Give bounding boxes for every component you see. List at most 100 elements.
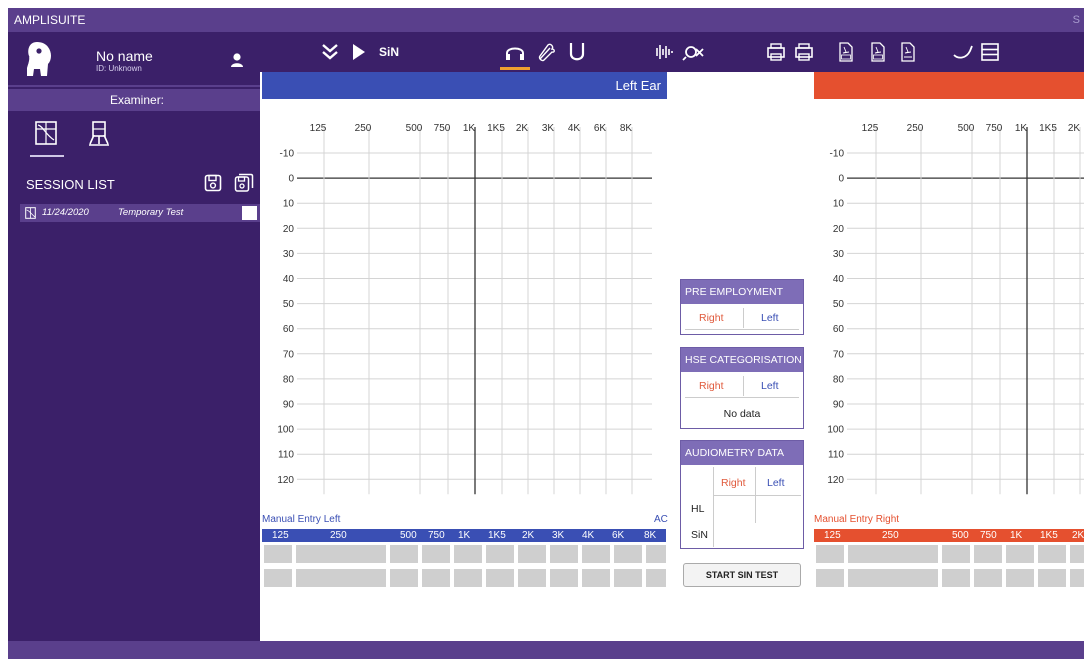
masking-icon[interactable] [566, 38, 588, 66]
manual-entry-cell[interactable] [550, 569, 578, 587]
manual-entry-cell[interactable] [942, 545, 970, 563]
print-icon[interactable] [764, 38, 788, 66]
manual-entry-cell[interactable] [390, 569, 418, 587]
save-icon[interactable] [204, 174, 222, 192]
band-freq-label: 125 [824, 530, 841, 541]
manual-entry-left-band: 125 250 500 750 1K 1K5 2K 3K 4K 6K 8K [262, 529, 666, 542]
hse-right[interactable]: Right [699, 380, 724, 392]
sin-button[interactable]: SiN [374, 38, 404, 66]
manual-entry-cell[interactable] [264, 545, 292, 563]
right-ear-header [814, 72, 1084, 99]
manual-entry-cell[interactable] [296, 545, 386, 563]
pdf-icon[interactable] [836, 38, 856, 66]
play-icon[interactable] [350, 38, 368, 66]
hse-title: HSE CATEGORISATION [681, 348, 803, 372]
headphones-icon[interactable] [500, 38, 530, 66]
manual-entry-cell[interactable] [816, 545, 844, 563]
session-date: 11/24/2020 [42, 207, 89, 218]
manual-entry-cell[interactable] [390, 545, 418, 563]
manual-entry-cell[interactable] [848, 569, 938, 587]
manual-entry-cell[interactable] [1070, 545, 1084, 563]
bone-conduction-icon[interactable] [534, 38, 558, 66]
hse-row: Right Left [685, 374, 799, 398]
session-name: Temporary Test [118, 207, 184, 218]
pre-employment-left[interactable]: Left [761, 312, 779, 324]
pdf-export-icon[interactable] [868, 38, 888, 66]
hse-left[interactable]: Left [761, 380, 779, 392]
db-tick-label: 40 [283, 274, 295, 285]
manual-entry-cell[interactable] [264, 569, 292, 587]
db-tick-label: 60 [833, 324, 845, 335]
manual-entry-cell[interactable] [454, 569, 482, 587]
no-response-icon[interactable] [680, 38, 706, 66]
pre-employment-title: PRE EMPLOYMENT [681, 280, 803, 304]
freq-tick-label: 500 [958, 123, 975, 134]
audiogram-mode-icon[interactable] [34, 120, 58, 146]
tympanogram-curve-icon[interactable] [950, 38, 976, 66]
manual-entry-cell[interactable] [1038, 569, 1066, 587]
right-audiogram[interactable]: -10 0 10 20 30 40 50 60 70 80 90 100 110 120 125 250 500… [814, 115, 1084, 500]
save-all-icon[interactable] [234, 173, 254, 193]
manual-entry-cell[interactable] [614, 545, 642, 563]
tympanometry-mode-icon[interactable] [86, 120, 112, 148]
manual-entry-cell[interactable] [486, 545, 514, 563]
manual-entry-cell[interactable] [816, 569, 844, 587]
freq-tick-label: 125 [862, 123, 879, 134]
freq-tick-label: 2K [516, 123, 529, 134]
manual-entry-cell[interactable] [518, 569, 546, 587]
manual-entry-cell[interactable] [422, 569, 450, 587]
band-freq-label: 8K [644, 530, 657, 541]
manual-entry-cell[interactable] [942, 569, 970, 587]
manual-entry-cell[interactable] [454, 545, 482, 563]
waveform-icon[interactable] [650, 38, 676, 66]
band-freq-label: 750 [428, 530, 445, 541]
manual-entry-cell[interactable] [974, 569, 1002, 587]
manual-entry-cell[interactable] [486, 569, 514, 587]
examiner-label[interactable]: Examiner: [8, 89, 260, 111]
manual-entry-cell[interactable] [1006, 545, 1034, 563]
audiogram-session-icon [25, 207, 36, 219]
title-right-text: S [1072, 14, 1080, 26]
session-list-title: SESSION LIST [26, 177, 115, 192]
manual-entry-cell[interactable] [646, 569, 666, 587]
band-freq-label: 2K [522, 530, 535, 541]
band-freq-label: 500 [952, 530, 969, 541]
manual-entry-cell[interactable] [1070, 569, 1084, 587]
manual-entry-cell[interactable] [1006, 569, 1034, 587]
pre-employment-panel: PRE EMPLOYMENT Right Left [680, 279, 804, 335]
menu-icon[interactable] [978, 38, 1002, 66]
db-tick-label: 0 [288, 174, 294, 185]
manual-entry-cell[interactable] [848, 545, 938, 563]
manual-entry-cell[interactable] [582, 545, 610, 563]
manual-entry-cell[interactable] [1038, 545, 1066, 563]
document-icon[interactable] [898, 38, 918, 66]
db-tick-label: 30 [283, 249, 295, 260]
manual-entry-cell[interactable] [614, 569, 642, 587]
manual-entry-cell[interactable] [974, 545, 1002, 563]
pre-employment-row: Right Left [685, 306, 799, 330]
session-checkbox[interactable] [242, 206, 257, 220]
session-list-item[interactable]: 11/24/2020 Temporary Test [20, 204, 260, 222]
freq-tick-label: 6K [594, 123, 607, 134]
manual-entry-cell[interactable] [518, 545, 546, 563]
manual-entry-cell[interactable] [550, 545, 578, 563]
patient-name: No name [96, 48, 153, 64]
pre-employment-right[interactable]: Right [699, 312, 724, 324]
active-tab-indicator [500, 67, 530, 70]
start-sin-test-button[interactable]: START SIN TEST [683, 563, 801, 587]
manual-entry-cell[interactable] [582, 569, 610, 587]
db-tick-label: 50 [283, 299, 295, 310]
manual-entry-cell[interactable] [646, 545, 666, 563]
user-icon[interactable] [230, 52, 244, 68]
manual-entry-right-label: Manual Entry Right [814, 514, 900, 525]
collapse-icon[interactable] [318, 38, 342, 66]
freq-tick-label: 1K [1015, 123, 1028, 134]
manual-entry-cell[interactable] [422, 545, 450, 563]
left-audiogram[interactable]: -10 0 10 20 30 40 50 60 70 80 90 100 110 120 125 250 500… [262, 115, 662, 500]
sidebar: No name ID: Unknown Examiner: SESSION LI… [8, 32, 260, 641]
print-report-icon[interactable] [792, 38, 816, 66]
app-title: AMPLISUITE [14, 13, 86, 27]
manual-entry-cell[interactable] [296, 569, 386, 587]
db-tick-label: -10 [830, 149, 845, 160]
db-tick-label: 0 [838, 174, 844, 185]
